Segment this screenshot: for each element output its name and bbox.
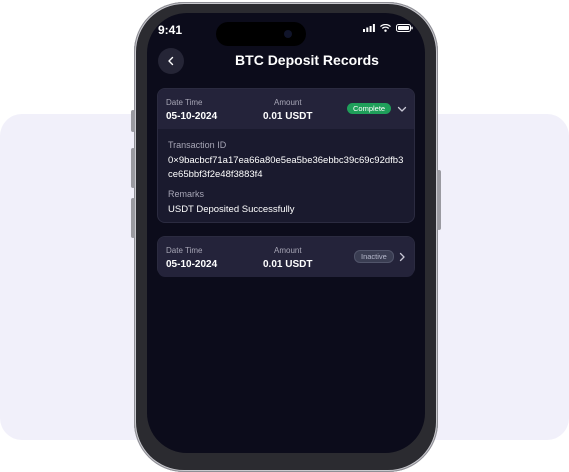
date-label: Date Time: [166, 98, 203, 107]
remarks-value: USDT Deposited Successfully: [168, 204, 295, 215]
status-icons: [363, 24, 413, 32]
signal-icon: [363, 24, 375, 32]
remarks-label: Remarks: [168, 189, 205, 199]
date-label: Date Time: [166, 246, 203, 255]
camera-dot: [284, 30, 292, 38]
status-time: 9:41: [158, 23, 183, 37]
record-header[interactable]: Date Time 05-10-2024 Amount 0.01 USDT Co…: [158, 89, 414, 129]
record-header[interactable]: Date Time 05-10-2024 Amount 0.01 USDT In…: [158, 237, 414, 277]
transaction-id-value: 0×9bacbcf71a17ea66a80e5ea5be36ebbc39c69c…: [168, 155, 404, 180]
chevron-right-icon[interactable]: [396, 251, 408, 263]
deposit-record-card[interactable]: Date Time 05-10-2024 Amount 0.01 USDT In…: [157, 236, 415, 277]
status-badge: Inactive: [354, 250, 394, 263]
amount-label: Amount: [274, 246, 302, 255]
volume-up-button: [131, 148, 135, 188]
battery-icon: [396, 24, 413, 32]
phone-screen: 9:41 BTC Deposit Records Date Time 05-10…: [147, 13, 425, 453]
record-details: Transaction ID 0×9bacbcf71a17ea66a80e5ea…: [158, 129, 414, 223]
deposit-record-card: Date Time 05-10-2024 Amount 0.01 USDT Co…: [157, 88, 415, 223]
back-button[interactable]: [158, 48, 184, 74]
date-value: 05-10-2024: [166, 259, 218, 270]
dynamic-island: [216, 22, 306, 46]
date-value: 05-10-2024: [166, 111, 218, 122]
chevron-down-icon[interactable]: [396, 103, 408, 115]
page-title: BTC Deposit Records: [235, 52, 379, 68]
amount-label: Amount: [274, 98, 302, 107]
mute-switch: [131, 110, 135, 132]
volume-down-button: [131, 198, 135, 238]
wifi-icon: [380, 24, 391, 32]
transaction-id-label: Transaction ID: [168, 140, 227, 150]
amount-value: 0.01 USDT: [263, 259, 313, 270]
amount-value: 0.01 USDT: [263, 111, 313, 122]
back-arrow-icon: [168, 56, 174, 66]
power-button: [437, 170, 441, 230]
status-badge: Complete: [347, 103, 392, 114]
